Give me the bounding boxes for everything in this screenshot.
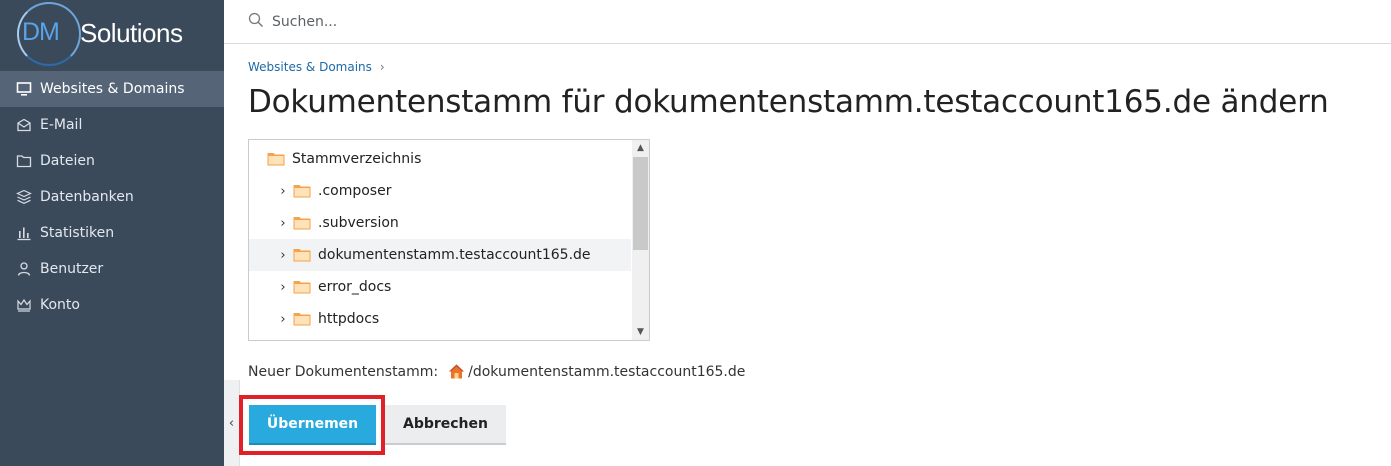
tree-root[interactable]: Stammverzeichnis: [249, 143, 631, 175]
new-root-path: /dokumentenstamm.testaccount165.de: [468, 363, 746, 380]
sidebar-item-label: Dateien: [40, 153, 95, 169]
tree-item-label: httpdocs: [318, 311, 380, 327]
tree-item[interactable]: › httpdocs: [249, 303, 631, 335]
scroll-up-arrow-icon[interactable]: ▲: [632, 140, 649, 156]
sidebar-item-label: E-Mail: [40, 117, 83, 133]
sidebar-item-konto[interactable]: Konto: [0, 287, 224, 323]
folder-icon: [293, 184, 311, 198]
breadcrumb: Websites & Domains ›: [248, 60, 385, 74]
folder-icon: [293, 216, 311, 230]
crown-icon: [15, 296, 33, 314]
sidebar-item-email[interactable]: E-Mail: [0, 107, 224, 143]
folder-icon: [15, 152, 33, 170]
cancel-button[interactable]: Abbrechen: [385, 405, 506, 445]
new-document-root: Neuer Dokumentenstamm: /dokumentenstamm.…: [248, 363, 745, 380]
top-bar: [224, 0, 1391, 44]
logo-suffix: Solutions: [80, 18, 183, 48]
tree-item-selected[interactable]: › dokumentenstamm.testaccount165.de: [249, 239, 631, 271]
scrollbar-thumb[interactable]: [633, 157, 648, 250]
folder-tree[interactable]: Stammverzeichnis › .composer › .subversi…: [248, 139, 650, 341]
search-input[interactable]: [272, 14, 672, 30]
home-icon: [448, 363, 465, 380]
sidebar-item-label: Datenbanken: [40, 189, 134, 205]
new-root-label: Neuer Dokumentenstamm:: [248, 363, 439, 380]
tree-item[interactable]: › .composer: [249, 175, 631, 207]
folder-icon: [293, 312, 311, 326]
sidebar-item-label: Websites & Domains: [40, 81, 185, 97]
chevron-right-icon[interactable]: ›: [277, 312, 289, 327]
sidebar-item-label: Statistiken: [40, 225, 115, 241]
tree-item[interactable]: › .subversion: [249, 207, 631, 239]
folder-icon: [293, 280, 311, 294]
tree-item-label: .subversion: [318, 215, 399, 231]
sidebar-item-benutzer[interactable]: Benutzer: [0, 251, 224, 287]
chevron-right-icon: ›: [379, 60, 385, 74]
tree-root-label: Stammverzeichnis: [292, 151, 422, 167]
chevron-right-icon[interactable]: ›: [277, 216, 289, 231]
breadcrumb-link-websites-domains[interactable]: Websites & Domains: [248, 60, 372, 74]
bar-chart-icon: [15, 224, 33, 242]
chevron-right-icon[interactable]: ›: [277, 280, 289, 295]
tree-item-label: dokumentenstamm.testaccount165.de: [318, 247, 591, 263]
chevron-right-icon[interactable]: ›: [277, 184, 289, 199]
chevron-left-icon: ‹: [228, 415, 235, 431]
search-icon: [248, 12, 272, 32]
sidebar-item-label: Konto: [40, 297, 80, 313]
apply-button[interactable]: Übernemen: [249, 405, 376, 445]
tree-item-label: .composer: [318, 183, 392, 199]
sidebar-item-label: Benutzer: [40, 261, 104, 277]
folder-icon: [267, 152, 285, 166]
sidebar-item-dateien[interactable]: Dateien: [0, 143, 224, 179]
chevron-right-icon[interactable]: ›: [277, 248, 289, 263]
tree-item-label: error_docs: [318, 279, 392, 295]
page-title: Dokumentenstamm für dokumentenstamm.test…: [248, 84, 1329, 120]
folder-icon: [293, 248, 311, 262]
sidebar-item-statistiken[interactable]: Statistiken: [0, 215, 224, 251]
scroll-down-arrow-icon[interactable]: ▼: [632, 324, 649, 340]
tree-item[interactable]: › error_docs: [249, 271, 631, 303]
logo[interactable]: DM Solutions: [0, 0, 224, 70]
sidebar-item-websites-domains[interactable]: Websites & Domains: [0, 71, 224, 107]
search-box: [248, 11, 672, 33]
sidebar-nav: Websites & Domains E-Mail Dateien Datenb…: [0, 71, 224, 323]
monitor-icon: [15, 80, 33, 98]
user-icon: [15, 260, 33, 278]
logo-prefix: DM: [22, 18, 60, 46]
sidebar-collapse-handle[interactable]: ‹: [224, 380, 240, 466]
sidebar-item-datenbanken[interactable]: Datenbanken: [0, 179, 224, 215]
envelope-icon: [15, 116, 33, 134]
sidebar: DM Solutions Websites & Domains E-Mail D…: [0, 0, 224, 466]
database-layers-icon: [15, 188, 33, 206]
tree-scrollbar[interactable]: ▲ ▼: [632, 140, 649, 340]
